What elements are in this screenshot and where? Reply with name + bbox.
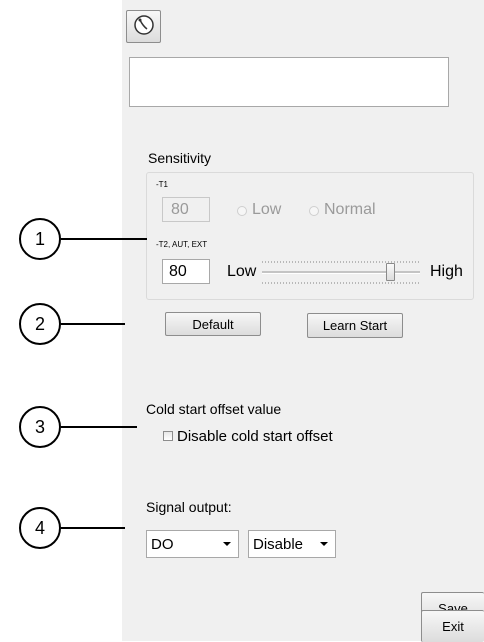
gauge-icon: [133, 14, 155, 39]
radio-normal: [309, 206, 319, 216]
radio-normal-label: Normal: [324, 201, 376, 218]
exit-button[interactable]: Exit: [421, 610, 484, 642]
chevron-down-icon: [223, 542, 231, 546]
callout-2: 2: [19, 303, 61, 345]
callout-4: 4: [19, 507, 61, 549]
slider-ticks-bottom: [262, 282, 420, 284]
display-field[interactable]: [129, 57, 449, 107]
slider-thumb[interactable]: [386, 263, 395, 281]
callout-1-line: [61, 238, 147, 240]
slider-track: [262, 271, 420, 274]
t1-label: -T1: [156, 180, 168, 189]
cold-start-checkbox-label: Disable cold start offset: [177, 428, 333, 445]
slider-ticks-top: [262, 261, 420, 263]
radio-low-label: Low: [252, 201, 282, 218]
signal-output-title: Signal output:: [146, 499, 232, 515]
slider-low-label: Low: [227, 263, 257, 280]
t1-value-field: 80: [162, 197, 210, 222]
default-button[interactable]: Default: [165, 312, 261, 336]
signal-output-select-value: DO: [151, 535, 174, 553]
slider-high-label: High: [430, 263, 463, 280]
radio-low: [237, 206, 247, 216]
signal-mode-select[interactable]: Disable: [248, 530, 336, 558]
callout-3: 3: [19, 406, 61, 448]
t2-value: 80: [169, 263, 187, 280]
learn-start-button[interactable]: Learn Start: [307, 313, 403, 338]
cold-start-title: Cold start offset value: [146, 401, 282, 417]
callout-1: 1: [19, 218, 61, 260]
callout-4-line: [61, 527, 125, 529]
t2-label: -T2, AUT, EXT: [156, 240, 208, 249]
sensitivity-slider[interactable]: [262, 258, 420, 288]
callout-2-line: [61, 323, 125, 325]
signal-output-select[interactable]: DO: [146, 530, 239, 558]
t1-value: 80: [171, 201, 189, 218]
cold-start-checkbox[interactable]: [163, 431, 173, 441]
callout-3-line: [61, 426, 137, 428]
signal-mode-select-value: Disable: [253, 535, 304, 553]
t2-value-field[interactable]: 80: [162, 259, 210, 284]
sensitivity-title: Sensitivity: [148, 150, 212, 166]
chevron-down-icon: [320, 542, 328, 546]
toolbar-icon-button[interactable]: [126, 10, 161, 43]
